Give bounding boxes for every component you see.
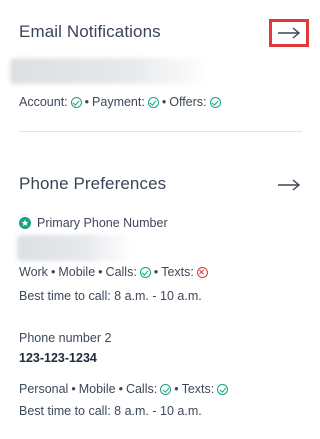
bullet: • (71, 382, 76, 396)
check-circle-icon (70, 96, 82, 108)
phone-number-2-value: 123-123-1234 (19, 351, 97, 365)
bullet: • (98, 265, 103, 279)
check-circle-icon (160, 383, 172, 395)
check-circle-icon (209, 96, 221, 108)
offers-label: Offers: (169, 95, 207, 109)
bullet: • (174, 382, 179, 396)
right-arrow-icon (278, 179, 301, 191)
calls-label: Calls: (105, 265, 137, 279)
section-divider (19, 131, 302, 132)
bullet: • (84, 95, 90, 109)
bullet: • (153, 265, 159, 279)
phone-preferences-arrow-button[interactable] (272, 174, 306, 196)
phone-kind: Mobile (78, 382, 116, 396)
phone-kind: Mobile (58, 265, 96, 279)
primary-phone-label-text: Primary Phone Number (37, 216, 168, 230)
texts-label: Texts: (181, 382, 215, 396)
email-notifications-arrow-button[interactable] (269, 19, 309, 47)
primary-phone-label: Primary Phone Number (19, 216, 168, 230)
redacted-email (10, 58, 210, 84)
email-notifications-title: Email Notifications (19, 22, 161, 41)
phone-2-best-time: Best time to call: 8 a.m. - 10 a.m. (19, 404, 202, 418)
account-label: Account: (19, 95, 68, 109)
check-circle-icon (139, 266, 151, 278)
payment-label: Payment: (92, 95, 145, 109)
bullet: • (50, 265, 56, 279)
phone-preferences-title: Phone Preferences (19, 174, 167, 193)
check-circle-icon (217, 383, 229, 395)
check-circle-icon (147, 96, 159, 108)
primary-best-time: Best time to call: 8 a.m. - 10 a.m. (19, 289, 202, 303)
texts-label: Texts: (161, 265, 194, 279)
calls-label: Calls: (125, 382, 158, 396)
phone-type: Work (19, 265, 48, 279)
bullet: • (161, 95, 167, 109)
right-arrow-icon (278, 27, 301, 39)
phone-type: Personal (19, 382, 69, 396)
x-circle-icon (196, 266, 208, 278)
redacted-primary-phone (17, 235, 132, 261)
star-badge-icon (19, 217, 31, 229)
phone-number-2-label: Phone number 2 (19, 331, 112, 345)
bullet: • (118, 382, 123, 396)
primary-phone-details: Work • Mobile • Calls: • Texts: (19, 265, 208, 279)
phone-2-details: Personal • Mobile • Calls: • Texts: (19, 382, 229, 396)
email-preferences-line: Account: • Payment: • Offers: (19, 95, 221, 109)
